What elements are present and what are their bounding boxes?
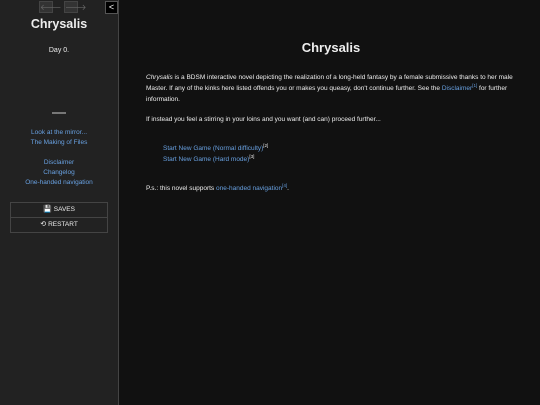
menu-item-changelog[interactable]: Changelog (0, 168, 118, 178)
sidebar-toggle-button[interactable]: < (105, 1, 118, 14)
menu-item-one-handed-navigation[interactable]: One-handed navigation (0, 178, 118, 188)
info-menu: Disclaimer Changelog One-handed navigati… (0, 158, 118, 188)
menu-item-disclaimer[interactable]: Disclaimer (0, 158, 118, 168)
restart-button[interactable]: ⟲ RESTART (11, 217, 107, 232)
ui-actions: 💾 SAVES ⟲ RESTART (10, 202, 108, 233)
start-normal-link[interactable]: Start New Game (Normal difficulty) (163, 145, 263, 152)
one-handed-navigation-link[interactable]: one-handed navigation (216, 185, 282, 192)
saves-button[interactable]: 💾 SAVES (11, 203, 107, 217)
floppy-disk-icon: 💾 (43, 206, 52, 213)
history-back-button[interactable]: 🡐 (39, 1, 61, 13)
sidebar: 🡐 🡒 < Chrysalis Day 0. Look at the mirro… (0, 0, 119, 405)
ps-paragraph: P.s.: this novel supports one-handed nav… (146, 183, 516, 194)
start-hard-option: Start New Game (Hard mode)[3] (163, 154, 516, 165)
divider (52, 112, 66, 114)
intro-title-emphasis: Chrysalis (146, 74, 173, 81)
ps-end: . (287, 185, 289, 192)
restart-label: RESTART (48, 221, 78, 228)
footnote-ref-2[interactable]: [2] (263, 143, 268, 148)
restart-icon: ⟲ (40, 221, 47, 228)
menu-item-look-mirror[interactable]: Look at the mirror... (0, 128, 118, 138)
disclaimer-link[interactable]: Disclaimer (442, 85, 472, 92)
story-title: Chrysalis (30, 17, 88, 31)
start-options: Start New Game (Normal difficulty)[2] St… (163, 143, 516, 165)
start-hard-link[interactable]: Start New Game (Hard mode) (163, 156, 249, 163)
saves-label: SAVES (53, 206, 75, 213)
start-normal-option: Start New Game (Normal difficulty)[2] (163, 143, 516, 154)
stirring-paragraph: If instead you feel a stirring in your l… (146, 116, 381, 123)
passage: Chrysalis Chrysalis is a BDSM interactiv… (146, 38, 516, 194)
footnote-ref-3[interactable]: [3] (249, 154, 254, 159)
story-menu: Look at the mirror... The Making of File… (0, 128, 118, 148)
ps-text: P.s.: this novel supports (146, 185, 216, 192)
passage-title: Chrysalis (301, 40, 361, 55)
day-indicator: Day 0. (48, 47, 70, 54)
intro-paragraph: Chrysalis is a BDSM interactive novel de… (146, 72, 516, 105)
history-forward-button[interactable]: 🡒 (64, 1, 86, 13)
menu-item-making-of-files[interactable]: The Making of Files (0, 138, 118, 148)
